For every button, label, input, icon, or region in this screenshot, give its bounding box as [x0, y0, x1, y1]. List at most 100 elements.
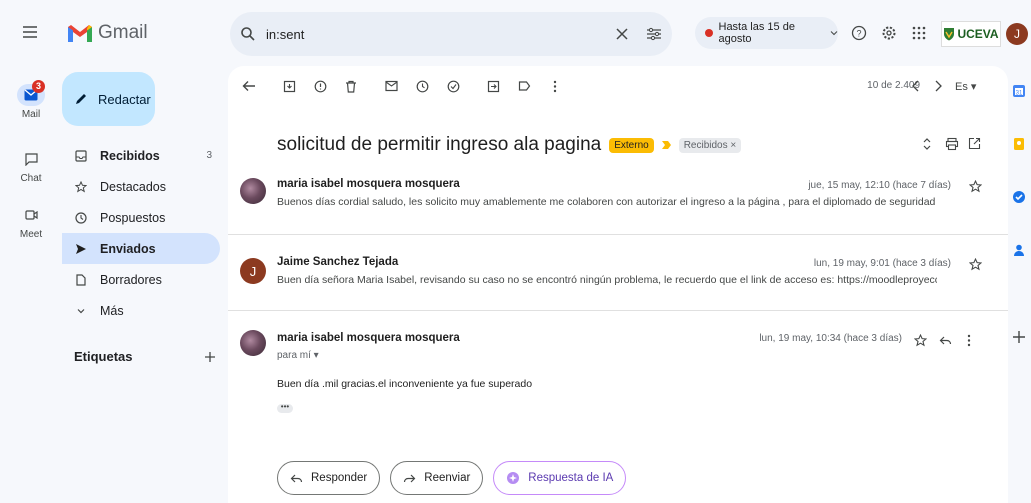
labels-section: Etiquetas	[74, 349, 216, 364]
move-to-icon[interactable]	[484, 77, 502, 95]
sender-avatar	[240, 330, 266, 356]
add-task-icon[interactable]	[444, 77, 462, 95]
folder-nav: Recibidos 3 Destacados Pospuestos Enviad…	[62, 140, 220, 326]
ai-reply-label: Respuesta de IA	[528, 472, 614, 484]
gmail-m-icon	[68, 24, 92, 42]
more-vert-icon[interactable]	[967, 334, 981, 348]
message-expanded: maria isabel mosquera mosquera para mí ▾…	[228, 322, 1008, 432]
sender-name: maria isabel mosquera mosquera	[277, 332, 460, 344]
send-icon	[74, 242, 88, 256]
nav-snoozed-label: Pospuestos	[100, 210, 166, 225]
mark-unread-icon[interactable]	[382, 77, 400, 95]
label-icon[interactable]	[515, 77, 533, 95]
reply-actions: Responder Reenviar Respuesta de IA	[277, 461, 627, 495]
input-language-selector[interactable]: Es ▾	[955, 80, 976, 93]
settings-gear-icon[interactable]	[880, 24, 898, 42]
rail-meet[interactable]: Meet	[0, 204, 62, 240]
message-body: Buen día .mil gracias.el inconveniente y…	[277, 378, 533, 390]
clear-search-icon[interactable]	[616, 28, 628, 40]
nav-starred-label: Destacados	[100, 179, 167, 194]
compose-button[interactable]: Redactar	[62, 72, 155, 126]
more-vert-icon[interactable]	[546, 77, 564, 95]
expand-collapse-icon[interactable]	[921, 137, 937, 153]
forward-button[interactable]: Reenviar	[390, 461, 484, 495]
message-date: lun, 19 may, 9:01 (hace 3 días)	[813, 258, 951, 269]
apps-grid-icon[interactable]	[910, 24, 928, 42]
search-input[interactable]	[266, 26, 606, 42]
search-options-icon[interactable]	[646, 27, 662, 41]
chevron-left-icon[interactable]	[908, 78, 924, 94]
print-icon[interactable]	[945, 137, 961, 153]
inbox-count: 3	[206, 150, 212, 161]
svg-text:31: 31	[1016, 91, 1023, 97]
star-toggle-icon[interactable]	[969, 258, 983, 272]
add-addon-icon[interactable]	[1012, 330, 1028, 346]
rail-mail[interactable]: 3 Mail	[0, 80, 62, 120]
forward-arrow-icon	[403, 472, 416, 485]
nav-more-label: Más	[100, 303, 124, 318]
org-logo-text: UCEVA	[957, 27, 999, 41]
rail-chat[interactable]: Chat	[0, 148, 62, 184]
gmail-logo[interactable]: Gmail	[68, 22, 148, 44]
message-snippet: Buen día señora Maria Isabel, revisando …	[277, 274, 937, 286]
contacts-icon[interactable]	[1012, 243, 1028, 259]
inbox-label-tag[interactable]: Recibidos ×	[678, 137, 742, 153]
clock-icon	[74, 211, 88, 225]
chevron-right-icon[interactable]	[930, 78, 946, 94]
org-logo[interactable]: UCEVA	[941, 21, 1001, 47]
reply-button[interactable]: Responder	[277, 461, 381, 495]
chevron-down-icon	[74, 304, 88, 318]
nav-item-inbox[interactable]: Recibidos 3	[62, 140, 220, 171]
nav-item-sent[interactable]: Enviados	[62, 233, 220, 264]
thread-subject: solicitud de permitir ingreso ala pagina	[277, 134, 602, 155]
back-arrow-icon[interactable]	[240, 77, 258, 95]
archive-icon[interactable]	[280, 77, 298, 95]
status-label: Hasta las 15 de agosto	[718, 21, 795, 45]
add-label-icon[interactable]	[204, 351, 216, 363]
status-selector[interactable]: Hasta las 15 de agosto	[695, 17, 838, 49]
star-toggle-icon[interactable]	[914, 334, 928, 348]
subject-row: solicitud de permitir ingreso ala pagina…	[277, 134, 742, 156]
nav-item-starred[interactable]: Destacados	[62, 171, 220, 202]
snooze-clock-icon[interactable]	[413, 77, 431, 95]
reply-arrow-icon[interactable]	[939, 334, 953, 348]
gemini-sparkle-icon	[506, 471, 520, 485]
app-name: Gmail	[98, 22, 148, 43]
message-date: jue, 15 may, 12:10 (hace 7 días)	[808, 180, 951, 191]
star-toggle-icon[interactable]	[969, 180, 983, 194]
nav-sent-label: Enviados	[100, 241, 156, 256]
show-trimmed-content-button[interactable]: •••	[277, 403, 293, 413]
reply-arrow-icon	[290, 472, 303, 485]
account-avatar[interactable]: J	[1006, 23, 1028, 45]
rail-chat-label: Chat	[20, 173, 42, 184]
report-spam-icon[interactable]	[311, 77, 329, 95]
nav-item-drafts[interactable]: Borradores	[62, 264, 220, 295]
recipient-details[interactable]: para mí ▾	[277, 350, 319, 361]
message-date: lun, 19 may, 10:34 (hace 3 días)	[759, 333, 902, 344]
delete-icon[interactable]	[342, 77, 360, 95]
keep-notes-icon[interactable]	[1012, 137, 1028, 153]
open-new-window-icon[interactable]	[968, 137, 984, 153]
calendar-icon[interactable]: 31	[1012, 84, 1028, 100]
status-dot-icon	[705, 29, 713, 37]
ai-reply-button[interactable]: Respuesta de IA	[493, 461, 627, 495]
external-tag: Externo	[609, 137, 654, 153]
input-language-label: Es	[955, 81, 968, 93]
important-marker-icon[interactable]	[661, 141, 671, 149]
help-icon[interactable]: ?	[850, 24, 868, 42]
nav-item-snoozed[interactable]: Pospuestos	[62, 202, 220, 233]
uceva-emblem-icon	[943, 27, 955, 41]
nav-item-more[interactable]: Más	[62, 295, 220, 326]
video-icon	[24, 209, 38, 221]
search-bar	[230, 12, 672, 56]
menu-icon[interactable]	[20, 22, 40, 42]
star-icon	[74, 180, 88, 194]
message-collapsed-1[interactable]: maria isabel mosquera mosquera Buenos dí…	[228, 170, 1008, 230]
nav-drafts-label: Borradores	[100, 272, 162, 287]
sender-avatar: J	[240, 258, 266, 284]
message-collapsed-2[interactable]: J Jaime Sanchez Tejada Buen día señora M…	[228, 246, 1008, 306]
pencil-icon	[74, 92, 88, 106]
forward-label: Reenviar	[424, 472, 471, 484]
search-icon[interactable]	[240, 26, 256, 42]
tasks-icon[interactable]	[1012, 190, 1028, 206]
